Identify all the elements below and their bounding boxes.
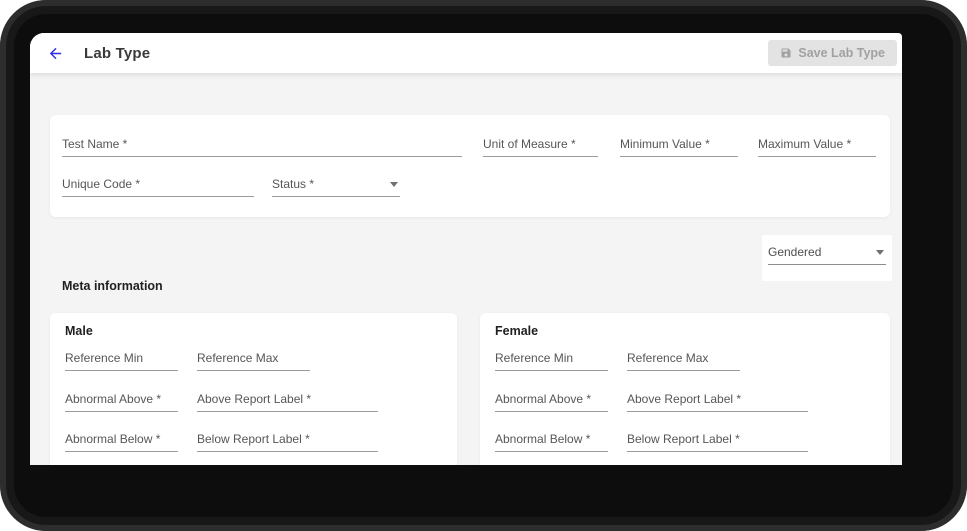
male-reference-min-input[interactable]: Reference Min xyxy=(65,351,178,371)
female-reference-max-label: Reference Max xyxy=(627,351,709,365)
screenshot-stage: Lab Type Save Lab Type Test Name * Unit … xyxy=(0,0,967,531)
male-above-report-label-input[interactable]: Above Report Label * xyxy=(197,392,378,412)
meta-section-title: Meta information xyxy=(62,279,163,293)
save-button-label: Save Lab Type xyxy=(798,46,885,60)
female-above-report-label-input[interactable]: Above Report Label * xyxy=(627,392,808,412)
female-abnormal-above-input[interactable]: Abnormal Above * xyxy=(495,392,608,412)
page-title: Lab Type xyxy=(84,44,151,62)
female-above-report-label-label: Above Report Label * xyxy=(627,392,742,406)
female-below-report-label-input[interactable]: Below Report Label * xyxy=(627,432,808,452)
gendered-select-value: Gendered xyxy=(768,245,822,259)
male-reference-min-label: Reference Min xyxy=(65,351,144,365)
female-reference-min-label: Reference Min xyxy=(495,351,574,365)
male-above-report-label-label: Above Report Label * xyxy=(197,392,312,406)
female-reference-max-input[interactable]: Reference Max xyxy=(627,351,740,371)
male-reference-max-input[interactable]: Reference Max xyxy=(197,351,310,371)
male-abnormal-below-label: Abnormal Below * xyxy=(65,432,161,446)
save-icon xyxy=(781,48,791,58)
female-abnormal-above-label: Abnormal Above * xyxy=(495,392,592,406)
dropdown-arrow-icon xyxy=(390,181,398,187)
male-below-report-label-label: Below Report Label * xyxy=(197,432,310,446)
save-lab-type-button[interactable]: Save Lab Type xyxy=(768,40,897,66)
toolbar: Lab Type Save Lab Type xyxy=(30,33,902,73)
arrow-left-icon xyxy=(49,47,61,59)
female-card: Female Reference Min Reference Max Abnor… xyxy=(480,313,890,465)
female-abnormal-below-input[interactable]: Abnormal Below * xyxy=(495,432,608,452)
status-select[interactable]: Status * xyxy=(272,177,400,197)
male-abnormal-above-input[interactable]: Abnormal Above * xyxy=(65,392,178,412)
male-card-title: Male xyxy=(65,324,93,338)
minimum-value-label: Minimum Value * xyxy=(620,137,710,151)
male-abnormal-above-label: Abnormal Above * xyxy=(65,392,162,406)
maximum-value-label: Maximum Value * xyxy=(758,137,852,151)
female-abnormal-below-label: Abnormal Below * xyxy=(495,432,591,446)
dropdown-arrow-icon xyxy=(876,249,884,255)
female-card-title: Female xyxy=(495,324,539,338)
test-name-input[interactable]: Test Name * xyxy=(62,137,462,157)
male-below-report-label-input[interactable]: Below Report Label * xyxy=(197,432,378,452)
unit-of-measure-label: Unit of Measure * xyxy=(483,137,576,151)
back-button[interactable] xyxy=(42,40,68,66)
app-window: Lab Type Save Lab Type Test Name * Unit … xyxy=(30,33,902,465)
maximum-value-input[interactable]: Maximum Value * xyxy=(758,137,876,157)
unit-of-measure-input[interactable]: Unit of Measure * xyxy=(483,137,598,157)
male-abnormal-below-input[interactable]: Abnormal Below * xyxy=(65,432,178,452)
lab-type-form-card: Test Name * Unit of Measure * Minimum Va… xyxy=(50,115,890,217)
female-reference-min-input[interactable]: Reference Min xyxy=(495,351,608,371)
unique-code-label: Unique Code * xyxy=(62,177,141,191)
minimum-value-input[interactable]: Minimum Value * xyxy=(620,137,738,157)
unique-code-input[interactable]: Unique Code * xyxy=(62,177,254,197)
male-card: Male Reference Min Reference Max Abnorma… xyxy=(50,313,457,465)
gendered-select-box: Gendered xyxy=(762,235,892,281)
test-name-label: Test Name * xyxy=(62,137,128,151)
female-below-report-label-label: Below Report Label * xyxy=(627,432,740,446)
gendered-select[interactable]: Gendered xyxy=(768,245,886,265)
status-label: Status * xyxy=(272,177,315,191)
male-reference-max-label: Reference Max xyxy=(197,351,279,365)
